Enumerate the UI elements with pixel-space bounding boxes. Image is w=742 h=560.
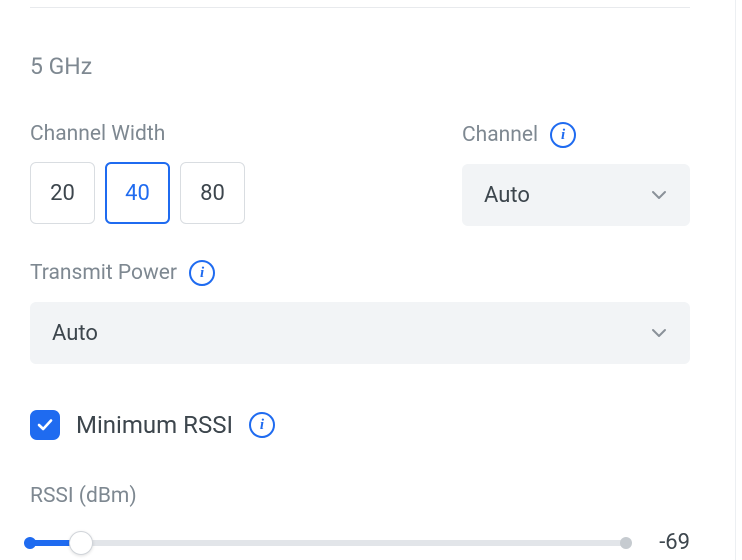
channel-select[interactable]: Auto <box>462 164 690 226</box>
transmit-power-label: Transmit Power i <box>30 260 690 286</box>
chevron-down-icon <box>650 324 668 342</box>
info-icon[interactable]: i <box>249 412 275 438</box>
channel-select-value: Auto <box>484 183 530 208</box>
transmit-power-label-text: Transmit Power <box>30 261 177 285</box>
minimum-rssi-checkbox[interactable] <box>30 410 60 440</box>
section-title-5ghz: 5 GHz <box>30 53 690 80</box>
transmit-power-select-value: Auto <box>52 321 98 346</box>
rssi-slider[interactable] <box>30 531 626 555</box>
right-divider <box>735 0 736 560</box>
channel-width-option-40[interactable]: 40 <box>105 162 170 224</box>
channel-width-label: Channel Width <box>30 122 432 146</box>
channel-label-text: Channel <box>462 123 538 147</box>
top-divider <box>30 0 690 8</box>
channel-width-option-80[interactable]: 80 <box>180 162 245 224</box>
slider-end-dot <box>620 537 632 549</box>
rssi-value: -69 <box>644 530 690 555</box>
transmit-power-select[interactable]: Auto <box>30 302 690 364</box>
channel-width-label-text: Channel Width <box>30 122 165 146</box>
info-icon[interactable]: i <box>189 260 215 286</box>
minimum-rssi-label: Minimum RSSI <box>76 411 233 439</box>
chevron-down-icon <box>650 186 668 204</box>
channel-width-option-20[interactable]: 20 <box>30 162 95 224</box>
slider-start-dot <box>24 537 36 549</box>
channel-label: Channel i <box>462 122 690 148</box>
slider-track <box>30 540 626 546</box>
rssi-label-text: RSSI (dBm) <box>30 484 137 508</box>
rssi-label: RSSI (dBm) <box>30 484 690 508</box>
slider-thumb[interactable] <box>69 531 93 555</box>
info-icon[interactable]: i <box>550 122 576 148</box>
channel-width-group: 20 40 80 <box>30 162 432 224</box>
